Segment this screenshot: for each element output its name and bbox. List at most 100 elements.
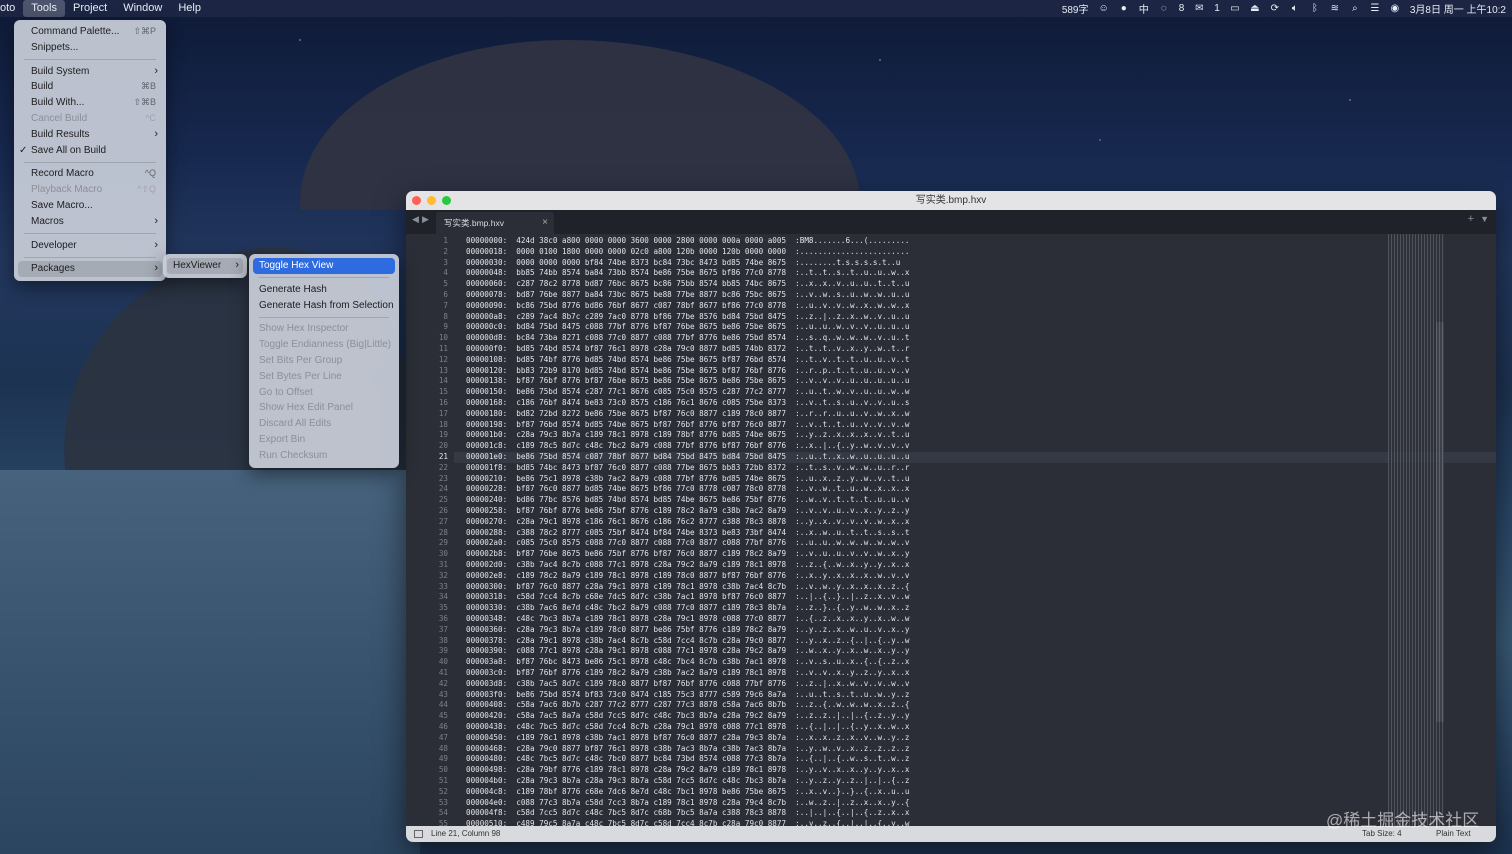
menu-item-build-results[interactable]: Build Results ›	[14, 127, 166, 143]
hex-line[interactable]: 000002a0: c085 75c0 8575 c088 77c0 8877 …	[466, 538, 909, 547]
minimap-viewport[interactable]	[1436, 322, 1444, 722]
hex-line[interactable]: 00000150: be86 75bd 8574 c287 77c1 8676 …	[466, 387, 909, 396]
hex-line[interactable]: 000001b0: c28a 79c3 8b7a c189 78c1 8978 …	[466, 430, 909, 439]
hex-line[interactable]: 00000078: bd87 76be 8877 ba84 73bc 8675 …	[466, 290, 909, 299]
hex-line[interactable]: 00000510: c489 79c5 8a7a c48c 7bc5 8d7c …	[466, 819, 909, 826]
menu-window[interactable]: Window	[115, 0, 170, 17]
hex-line[interactable]: 00000288: c388 78c2 8777 c085 75bf 8474 …	[466, 528, 909, 537]
hex-line[interactable]: 00000030: 0000 0000 0000 bf84 74be 8373 …	[466, 258, 900, 267]
ime-indicator[interactable]: 中	[1139, 1, 1149, 16]
hex-line[interactable]: 00000240: bd86 77bc 8576 bd85 74bd 8574 …	[466, 495, 909, 504]
hex-line[interactable]: 00000228: bf87 76c0 8877 bd85 74be 8675 …	[466, 484, 909, 493]
hex-line[interactable]: 000000a8: c289 7ac4 8b7c c289 7ac0 8778 …	[466, 312, 909, 321]
hex-line[interactable]: 00000120: bb83 72b9 8170 bd85 74bd 8574 …	[466, 366, 909, 375]
hex-line[interactable]: 00000498: c28a 79bf 8776 c189 78c1 8978 …	[466, 765, 909, 774]
hex-line[interactable]: 00000408: c58a 7ac6 8b7b c287 77c2 8777 …	[466, 700, 909, 709]
hex-line[interactable]: 00000018: 0000 0100 1800 0000 0000 02c0 …	[466, 247, 909, 256]
menu-item-hexviewer[interactable]: HexViewer ›	[167, 258, 243, 274]
wechat-icon[interactable]: ✉	[1194, 3, 1204, 14]
close-window-button[interactable]	[412, 196, 421, 205]
hex-line[interactable]: 00000060: c287 78c2 8778 bd87 76bc 8675 …	[466, 279, 909, 288]
word-count[interactable]: 589字	[1062, 1, 1089, 16]
screen-icon[interactable]: ▭	[1230, 3, 1240, 14]
emoji-icon[interactable]: ☺	[1099, 3, 1109, 14]
menu-item-snippets[interactable]: Snippets...	[14, 40, 166, 56]
menu-item-save-macro[interactable]: Save Macro...	[14, 198, 166, 214]
hex-line[interactable]: 000002b8: bf87 76be 8675 be86 75bf 8776 …	[466, 549, 909, 558]
hex-line[interactable]: 000000f0: bd85 74bd 8574 bf87 76c1 8978 …	[466, 344, 909, 353]
new-tab-icon[interactable]: +	[1468, 213, 1474, 225]
menu-item-build[interactable]: Build ⌘B	[14, 79, 166, 95]
hex-line[interactable]: 000004b0: c28a 79c3 8b7a c28a 79c3 8b7a …	[466, 776, 909, 785]
hex-line[interactable]: 00000168: c186 76bf 8474 be83 73c0 8575 …	[466, 398, 909, 407]
hex-line[interactable]: 000004f8: c58d 7cc5 8d7c c48c 7bc5 8d7c …	[466, 808, 909, 817]
hex-line[interactable]: 000004c8: c189 78bf 8776 c68e 7dc6 8e7d …	[466, 787, 909, 796]
app-status-icon[interactable]: ◌	[1159, 3, 1169, 14]
hex-line[interactable]: 00000210: be86 75c1 8978 c38b 7ac2 8a79 …	[466, 474, 909, 483]
wifi-icon[interactable]: ≋	[1330, 3, 1340, 14]
hex-line[interactable]: 00000180: bd82 72bd 8272 be86 75be 8675 …	[466, 409, 909, 418]
hex-line[interactable]: 00000330: c38b 7ac6 8e7d c48c 7bc2 8a79 …	[466, 603, 909, 612]
hex-line[interactable]: 00000480: c48c 7bc5 8d7c c48c 7bc0 8877 …	[466, 754, 909, 763]
close-tab-icon[interactable]: ×	[542, 212, 548, 234]
hex-line[interactable]: 00000258: bf87 76bf 8776 be86 75bf 8776 …	[466, 506, 909, 515]
tab-overflow-icon[interactable]: ▼	[1480, 214, 1489, 224]
chevron-left-icon[interactable]: ◀	[412, 214, 419, 225]
hex-line[interactable]: 000000d8: bc84 73ba 8271 c088 77c0 8877 …	[466, 333, 909, 342]
hex-line[interactable]: 000000c0: bd84 75bd 8475 c088 77bf 8776 …	[466, 322, 909, 331]
hex-line[interactable]: 00000348: c48c 7bc3 8b7a c189 78c1 8978 …	[466, 614, 909, 623]
sidebar-toggle-icon[interactable]	[414, 830, 423, 838]
hex-line[interactable]: 000001f8: bd85 74bc 8473 bf87 76c0 8877 …	[466, 463, 909, 472]
hex-line[interactable]: 00000000: 424d 38c0 a800 0000 0000 3600 …	[466, 236, 909, 245]
hex-line[interactable]: 00000138: bf87 76bf 8776 bf87 76be 8675 …	[466, 376, 909, 385]
menu-item-build-system[interactable]: Build System ›	[14, 64, 166, 80]
hex-line[interactable]: 00000420: c58a 7ac5 8a7a c58d 7cc5 8d7c …	[466, 711, 909, 720]
hex-line[interactable]: 00000450: c189 78c1 8978 c38b 7ac1 8978 …	[466, 733, 909, 742]
menu-project[interactable]: Project	[65, 0, 115, 17]
control-center-icon[interactable]: ☰	[1370, 3, 1380, 14]
menu-oto[interactable]: oto	[0, 0, 23, 17]
hex-line[interactable]: 000001e0: be86 75bd 8574 c087 78bf 8677 …	[466, 452, 909, 461]
menu-help[interactable]: Help	[170, 0, 209, 17]
menu-item-developer[interactable]: Developer ›	[14, 238, 166, 254]
menu-item-build-with[interactable]: Build With... ⇧⌘B	[14, 95, 166, 111]
menu-item-save-all-on-build[interactable]: ✓ Save All on Build	[14, 143, 166, 159]
hex-editor[interactable]: 1 2 3 4 5 6 7 8 9 10 11 12 13 14 15 16 17 18 19 20 21 22 23 24 2…	[406, 234, 1496, 826]
hex-line[interactable]: 000003d8: c38b 7ac5 8d7c c189 78c0 8877 …	[466, 679, 909, 688]
hex-line[interactable]: 000001c8: c189 78c5 8d7c c48c 7bc2 8a79 …	[466, 441, 909, 450]
hex-line[interactable]: 00000360: c28a 79c3 8b7a c189 78c0 8877 …	[466, 625, 909, 634]
chevron-right-icon[interactable]: ▶	[422, 214, 429, 225]
hex-line[interactable]: 00000300: bf87 76c0 8877 c28a 79c1 8978 …	[466, 582, 909, 591]
hex-line[interactable]: 00000468: c28a 79c0 8877 bf87 76c1 8978 …	[466, 744, 909, 753]
hex-line[interactable]: 00000390: c088 77c1 8978 c28a 79c1 8978 …	[466, 646, 909, 655]
hex-line[interactable]: 00000438: c48c 7bc5 8d7c c58d 7cc4 8c7b …	[466, 722, 909, 731]
hex-line[interactable]: 000002d0: c38b 7ac4 8c7b c088 77c1 8978 …	[466, 560, 909, 569]
hex-line[interactable]: 00000378: c28a 79c1 8978 c38b 7ac4 8c7b …	[466, 636, 909, 645]
menu-item-packages[interactable]: Packages ›	[18, 261, 162, 278]
bluetooth-icon[interactable]: ᛒ	[1310, 3, 1320, 14]
wechat-count[interactable]: 1	[1214, 3, 1220, 14]
upload-icon[interactable]: ⏏	[1250, 3, 1260, 14]
volume-icon[interactable]: 🔈︎	[1290, 3, 1300, 14]
hex-line[interactable]: 000004e0: c088 77c3 8b7a c58d 7cc3 8b7a …	[466, 798, 909, 807]
hex-line[interactable]: 00000318: c58d 7cc4 8c7b c68e 7dc5 8d7c …	[466, 592, 909, 601]
zoom-window-button[interactable]	[442, 196, 451, 205]
hex-line[interactable]: 00000198: bf87 76bd 8574 bd85 74be 8675 …	[466, 420, 909, 429]
hex-line[interactable]: 00000048: bb85 74bb 8574 ba84 73bb 8574 …	[466, 268, 909, 277]
menu-item-generate-hash-from-selection[interactable]: Generate Hash from Selection	[249, 298, 399, 314]
hex-line[interactable]: 000002e8: c189 78c2 8a79 c189 78c1 8978 …	[466, 571, 909, 580]
menu-item-toggle-hex-view[interactable]: Toggle Hex View	[253, 258, 395, 274]
minimize-window-button[interactable]	[427, 196, 436, 205]
hex-line[interactable]: 000003f0: be86 75bd 8574 bf83 73c0 8474 …	[466, 690, 909, 699]
tab-file[interactable]: 写实类.bmp.hxv ×	[436, 212, 554, 234]
clock[interactable]: 3月8日 周一 上午10:2	[1410, 1, 1506, 16]
hex-line[interactable]: 00000108: bd85 74bf 8776 bd85 74bd 8574 …	[466, 355, 909, 364]
search-icon[interactable]: ⌕	[1350, 3, 1360, 14]
menu-item-macros[interactable]: Macros ›	[14, 214, 166, 230]
menu-item-command-palette[interactable]: Command Palette... ⇧⌘P	[14, 24, 166, 40]
hex-line[interactable]: 00000090: bc86 75bd 8776 bd86 76bf 8677 …	[466, 301, 909, 310]
siri-icon[interactable]: ◉	[1390, 3, 1400, 14]
badge-count[interactable]: 8	[1179, 3, 1185, 14]
menu-item-record-macro[interactable]: Record Macro ^Q	[14, 166, 166, 182]
menu-item-generate-hash[interactable]: Generate Hash	[249, 282, 399, 298]
